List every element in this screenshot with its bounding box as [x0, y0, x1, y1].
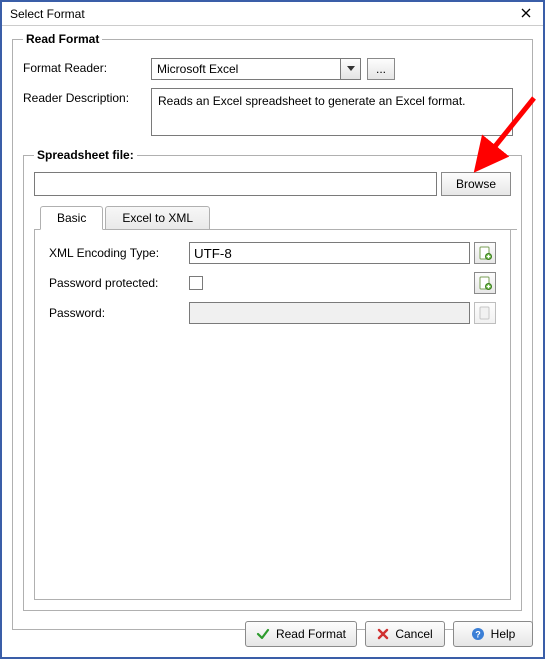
read-format-label: Read Format	[276, 627, 346, 641]
reader-description-row: Reader Description: Reads an Excel sprea…	[23, 88, 522, 136]
tab-excel-to-xml[interactable]: Excel to XML	[105, 206, 210, 230]
read-format-button[interactable]: Read Format	[245, 621, 357, 647]
window-title: Select Format	[10, 7, 85, 21]
spreadsheet-file-group: Spreadsheet file: Browse Basic Excel to …	[23, 148, 522, 611]
format-reader-dropdown[interactable]: Microsoft Excel	[151, 58, 361, 80]
tab-basic[interactable]: Basic	[40, 206, 103, 230]
password-protected-label: Password protected:	[49, 276, 189, 290]
ellipsis-label: ...	[376, 62, 386, 76]
password-input	[189, 302, 470, 324]
read-format-group: Read Format Format Reader: Microsoft Exc…	[12, 32, 533, 630]
page-add-icon	[479, 276, 492, 290]
reader-description-text: Reads an Excel spreadsheet to generate a…	[151, 88, 513, 136]
help-label: Help	[491, 627, 516, 641]
xml-encoding-row: XML Encoding Type:	[49, 242, 496, 264]
format-reader-row: Format Reader: Microsoft Excel ...	[23, 58, 522, 80]
cancel-red-icon	[377, 628, 389, 640]
chevron-down-icon[interactable]	[340, 59, 360, 79]
read-format-legend: Read Format	[23, 32, 102, 46]
reader-description-label: Reader Description:	[23, 88, 151, 105]
format-reader-ellipsis-button[interactable]: ...	[367, 58, 395, 80]
password-button-disabled	[474, 302, 496, 324]
browse-button[interactable]: Browse	[441, 172, 511, 196]
xml-encoding-input[interactable]	[189, 242, 470, 264]
tab-excel-to-xml-label: Excel to XML	[122, 211, 193, 225]
tab-basic-label: Basic	[57, 211, 86, 225]
options-tabstrip: Basic Excel to XML	[40, 206, 511, 230]
titlebar: Select Format	[2, 2, 543, 26]
password-protected-checkbox[interactable]	[189, 276, 203, 290]
cancel-label: Cancel	[395, 627, 432, 641]
spreadsheet-file-legend: Spreadsheet file:	[34, 148, 137, 162]
help-blue-icon: ?	[471, 627, 485, 641]
dialog-button-bar: Read Format Cancel ? Help	[12, 621, 533, 647]
format-reader-label: Format Reader:	[23, 58, 151, 75]
page-gray-icon	[479, 306, 491, 320]
help-button[interactable]: ? Help	[453, 621, 533, 647]
window-close-button[interactable]	[515, 5, 537, 23]
file-row: Browse	[34, 172, 511, 196]
close-icon	[521, 6, 531, 21]
password-protected-row: Password protected:	[49, 272, 496, 294]
spreadsheet-file-input[interactable]	[34, 172, 437, 196]
format-reader-value: Microsoft Excel	[157, 62, 238, 76]
password-row: Password:	[49, 302, 496, 324]
page-add-icon	[479, 246, 492, 260]
password-label: Password:	[49, 306, 189, 320]
tab-panel-basic: XML Encoding Type: Password pro	[34, 230, 511, 600]
password-protected-add-button[interactable]	[474, 272, 496, 294]
xml-encoding-label: XML Encoding Type:	[49, 246, 189, 260]
cancel-button[interactable]: Cancel	[365, 621, 445, 647]
svg-text:?: ?	[475, 629, 481, 639]
xml-encoding-add-button[interactable]	[474, 242, 496, 264]
dialog-content: Read Format Format Reader: Microsoft Exc…	[2, 26, 543, 657]
check-green-icon	[256, 627, 270, 641]
browse-label: Browse	[456, 177, 496, 191]
